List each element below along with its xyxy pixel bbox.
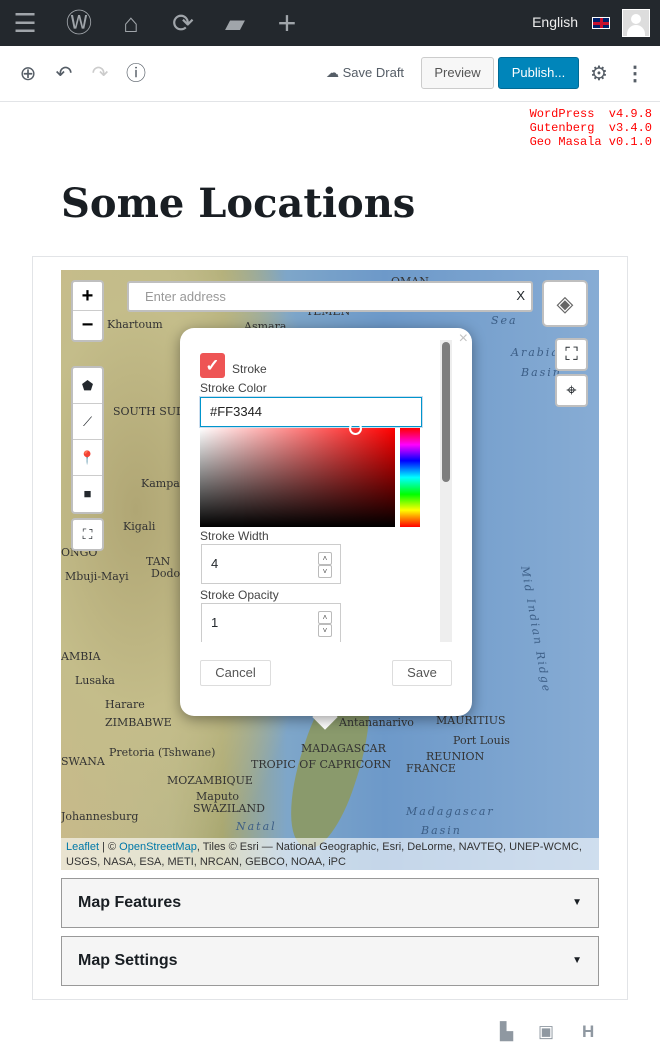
uk-flag-icon[interactable] (592, 17, 610, 29)
stroke-width-label: Stroke Width (200, 529, 269, 543)
increment-icon[interactable]: ˄ (318, 552, 332, 565)
save-draft-label: Save Draft (342, 65, 405, 80)
map-features-panel[interactable]: Map Features ▼ (61, 878, 599, 928)
cancel-button[interactable]: Cancel (200, 660, 271, 686)
zoom-in-button[interactable]: + (73, 282, 102, 311)
home-icon[interactable]: ⌂ (116, 8, 146, 38)
map-place-label: SWANA (61, 755, 105, 768)
add-block-icon[interactable]: ⊕ (16, 62, 40, 86)
avatar[interactable] (622, 9, 650, 37)
map-place-label: MADAGASCAR (301, 742, 386, 755)
map-place-label: Port Louis (453, 734, 510, 747)
stroke-opacity-value: 1 (211, 615, 219, 630)
decrement-icon[interactable]: ˅ (318, 624, 332, 637)
map-place-label: Johannesburg (61, 810, 139, 823)
save-button[interactable]: Save (392, 660, 452, 686)
color-picker-handle[interactable] (349, 422, 362, 435)
map-place-label: ZIMBABWE (105, 716, 172, 729)
map-place-label: Lusaka (75, 674, 115, 687)
map-place-label: SWAZILAND (193, 802, 265, 815)
decrement-icon[interactable]: ˅ (318, 565, 332, 578)
wordpress-icon[interactable]: Ⓦ (64, 8, 94, 38)
stroke-opacity-input[interactable]: 1 ˄ ˅ (201, 603, 341, 642)
map-place-label: Harare (105, 698, 145, 711)
panel-title: Map Settings (78, 952, 178, 969)
map-place-label: Antananarivo (339, 716, 414, 729)
stroke-width-value: 4 (211, 556, 219, 571)
heading-block-icon[interactable]: H (582, 1022, 594, 1042)
locate-icon[interactable]: ⌖ (555, 374, 588, 407)
draw-rectangle-icon[interactable]: ■ (73, 476, 102, 512)
panel-title: Map Features (78, 894, 182, 911)
increment-icon[interactable]: ˄ (318, 611, 332, 624)
map-place-label: FRANCE (406, 762, 456, 775)
map-place-label: Khartoum (107, 318, 163, 331)
info-icon[interactable]: ⓘ (124, 62, 148, 86)
updates-icon[interactable]: ⟳ (168, 8, 198, 38)
stroke-color-label: Stroke Color (200, 381, 267, 395)
draw-polygon-icon[interactable]: ⬟ (73, 368, 102, 404)
map-place-label: Mid Indian Ridge (518, 565, 554, 695)
layers-icon[interactable]: ◈ (542, 280, 588, 327)
fit-bounds-icon[interactable]: ⛶ (555, 338, 588, 371)
caret-down-icon: ▼ (572, 955, 582, 966)
osm-link[interactable]: OpenStreetMap (119, 841, 197, 853)
stroke-label: Stroke (232, 362, 267, 376)
zoom-control: + − (71, 280, 104, 342)
map-place-label: Kigali (123, 520, 156, 533)
popup-scrollbar[interactable] (440, 340, 452, 642)
address-search-input[interactable] (129, 283, 499, 310)
search-clear-button[interactable]: X (516, 288, 525, 303)
post-title[interactable]: Some Locations (61, 180, 415, 227)
map-place-label: Basin (421, 824, 462, 837)
map-place-label: AMBIA (61, 650, 101, 663)
caret-down-icon: ▼ (572, 897, 582, 908)
map-place-label: Mbuji-Mayi (65, 570, 129, 583)
save-draft-button[interactable]: ☁ Save Draft (326, 65, 404, 81)
map-place-label: TROPIC OF CAPRICORN (251, 758, 392, 771)
editor-toolbar: ⊕ ↶ ↷ ⓘ ☁ Save Draft Preview Publish... … (0, 46, 660, 102)
stroke-width-input[interactable]: 4 ˄ ˅ (201, 544, 341, 584)
draw-toolbar: ⬟ ⟋ 📍 ■ (71, 366, 104, 514)
zoom-out-button[interactable]: − (73, 311, 102, 340)
map-place-label: MOZAMBIQUE (167, 774, 253, 787)
map-attribution: Leaflet | © OpenStreetMap, Tiles © Esri … (61, 838, 599, 870)
fullscreen-icon[interactable]: ⛶ (71, 518, 104, 551)
preview-button[interactable]: Preview (421, 57, 494, 89)
language-switcher[interactable]: English (532, 14, 578, 30)
close-icon[interactable]: × (459, 330, 468, 348)
map-place-label: Pretoria (Tshwane) (109, 746, 216, 759)
shortcode-block-icon[interactable]: ▙ (500, 1022, 513, 1042)
publish-button[interactable]: Publish... (498, 57, 579, 89)
map-settings-panel[interactable]: Map Settings ▼ (61, 936, 599, 986)
undo-icon[interactable]: ↶ (52, 62, 76, 86)
color-saturation-picker[interactable] (200, 428, 395, 527)
draw-polyline-icon[interactable]: ⟋ (73, 404, 102, 440)
draw-marker-icon[interactable]: 📍 (73, 440, 102, 476)
version-info: WordPress v4.9.8 Gutenberg v3.4.0 Geo Ma… (529, 107, 652, 149)
map-place-label: Sea (491, 314, 518, 327)
map-place-label: Dodo (151, 567, 181, 580)
settings-gear-icon[interactable]: ⚙ (587, 62, 611, 86)
hue-slider[interactable] (400, 428, 420, 527)
address-search: X (127, 281, 533, 312)
comments-icon[interactable]: ▰ (220, 8, 250, 38)
stroke-checkbox[interactable]: ✓ (200, 353, 225, 378)
stroke-color-input[interactable]: #FF3344 (200, 397, 422, 427)
style-popup: × ✓ Stroke Stroke Color #FF3344 Stroke W… (180, 328, 472, 716)
map-place-label: Natal (236, 820, 277, 833)
redo-icon[interactable]: ↷ (88, 62, 112, 86)
image-block-icon[interactable]: ▣ (538, 1022, 554, 1042)
menu-icon[interactable]: ☰ (10, 8, 40, 38)
attribution-sep: | © (99, 841, 120, 853)
admin-bar: ☰ Ⓦ ⌂ ⟳ ▰ + English (0, 0, 660, 46)
leaflet-link[interactable]: Leaflet (66, 841, 99, 853)
new-icon[interactable]: + (272, 7, 302, 39)
map-place-label: Madagascar (406, 805, 495, 818)
more-menu-icon[interactable]: ⋮ (623, 62, 647, 86)
cloud-upload-icon: ☁ (326, 65, 343, 80)
stroke-opacity-label: Stroke Opacity (200, 588, 279, 602)
